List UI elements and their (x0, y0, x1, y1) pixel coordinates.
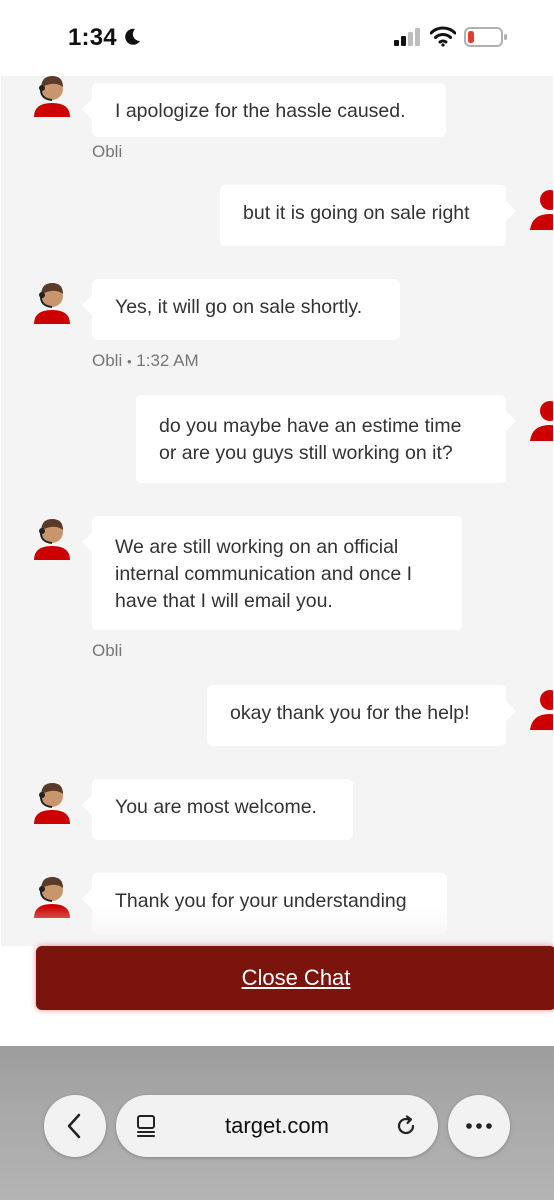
user-message-bubble: do you maybe have an estime time or are … (136, 395, 516, 483)
message-timestamp: 1:32 AM (136, 351, 199, 370)
user-avatar-icon (530, 190, 553, 230)
message-text: You are most welcome. (115, 796, 317, 818)
browser-toolbar: target.com (0, 1046, 554, 1200)
back-button[interactable] (44, 1095, 106, 1157)
message-text: Thank you for your understanding (115, 890, 407, 912)
signal-icon (394, 28, 420, 46)
message-text: I apologize for the hassle caused. (115, 100, 406, 122)
message-text: okay thank you for the help! (230, 702, 470, 724)
battery-icon (464, 27, 507, 47)
meta-separator: • (126, 354, 132, 369)
sender-name: Obli (92, 351, 123, 370)
sender-name: Obli (92, 142, 123, 161)
address-bar[interactable]: target.com (116, 1095, 438, 1157)
user-avatar-icon (530, 690, 553, 730)
user-message-bubble: okay thank you for the help! (207, 685, 516, 746)
agent-avatar-icon (34, 783, 70, 824)
message-text: Yes, it will go on sale shortly. (115, 296, 363, 318)
agent-message-bubble: You are most welcome. (82, 779, 353, 840)
agent-message-bubble: We are still working on an official inte… (82, 516, 462, 630)
message-text: do you maybe have an estime time or are … (159, 415, 462, 464)
close-chat-label: Close Chat (241, 965, 351, 990)
user-message-bubble: but it is going on sale right (220, 185, 516, 246)
message-meta: Obli (92, 641, 122, 661)
chevron-left-icon (67, 1113, 81, 1139)
agent-avatar-icon (34, 283, 70, 324)
agent-message-bubble: Thank you for your understanding (82, 873, 447, 934)
close-chat-button[interactable]: Close Chat (36, 946, 554, 1010)
message-meta: Obli (92, 142, 122, 162)
moon-icon (125, 28, 140, 45)
message-meta: Obli • 1:32 AM (92, 351, 199, 371)
chat-transcript[interactable]: I apologize for the hassle caused. Obli … (1, 76, 553, 946)
ellipsis-icon (466, 1123, 492, 1129)
sender-name: Obli (92, 641, 123, 660)
agent-avatar-icon (34, 877, 70, 918)
agent-avatar-icon (34, 76, 70, 117)
agent-message-bubble: Yes, it will go on sale shortly. (82, 279, 400, 340)
status-time: 1:34 (68, 24, 117, 51)
message-text: We are still working on an official inte… (115, 536, 413, 612)
agent-avatar-icon (34, 519, 70, 560)
reload-icon[interactable] (394, 1114, 418, 1138)
message-text: but it is going on sale right (243, 202, 470, 224)
wifi-icon (430, 26, 456, 47)
user-avatar-icon (530, 401, 553, 441)
status-bar: 1:34 (0, 0, 554, 76)
more-options-button[interactable] (448, 1095, 510, 1157)
agent-message-bubble: I apologize for the hassle caused. (82, 83, 446, 137)
url-text: target.com (225, 1113, 329, 1138)
